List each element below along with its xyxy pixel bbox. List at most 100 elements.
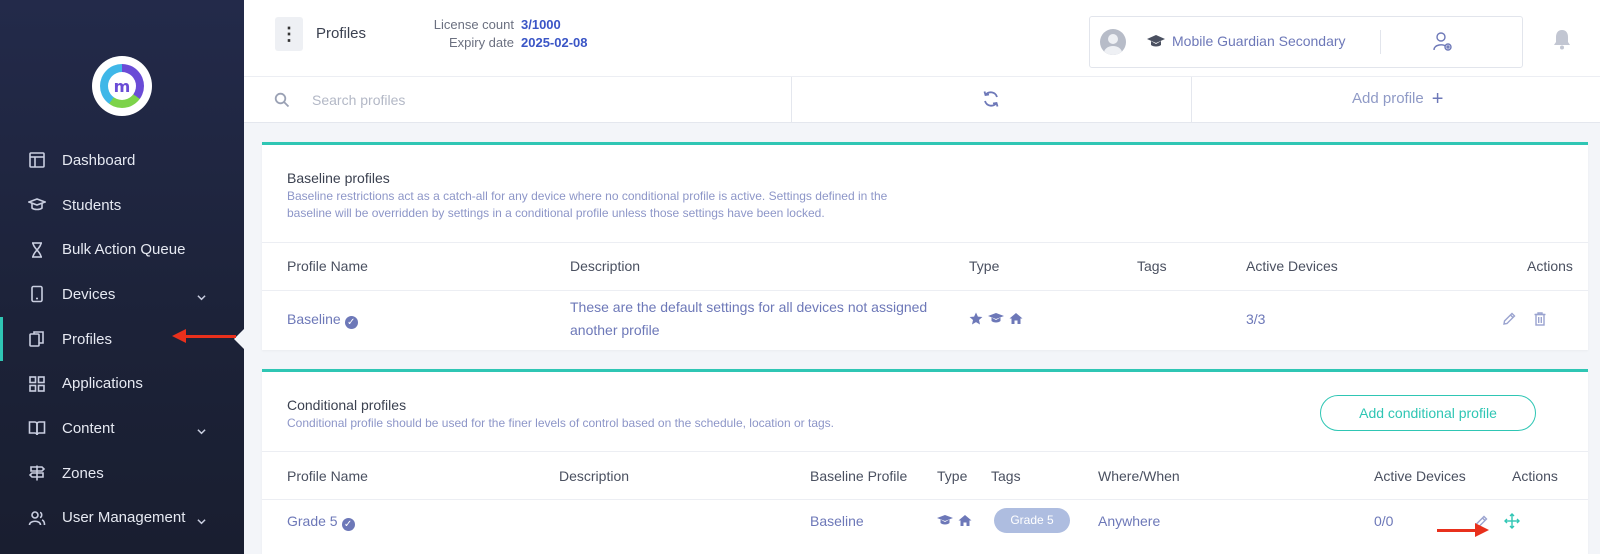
baseline-description: Baseline restrictions act as a catch-all… (287, 189, 888, 220)
expiry-date-label: Expiry date (448, 35, 514, 50)
top-bar: ⋮ Profiles License count Expiry date 3/1… (244, 0, 1600, 76)
profile-name-link[interactable]: Baseline ✓ (287, 311, 358, 329)
baseline-profiles-card: Baseline profiles Baseline restrictions … (262, 142, 1588, 350)
col-tags: Tags (1137, 258, 1167, 274)
hourglass-icon (28, 241, 46, 259)
device-icon (28, 285, 46, 303)
active-devices-value: 3/3 (1246, 311, 1266, 327)
tag-badge: Grade 5 (994, 508, 1070, 533)
col-description: Description (559, 468, 630, 484)
conditional-title: Conditional profiles (287, 397, 407, 413)
divider (1380, 30, 1381, 54)
signpost-icon (28, 464, 46, 482)
divider (262, 290, 1588, 291)
divider (262, 499, 1588, 500)
active-indicator-notch (234, 329, 244, 349)
sidebar-item-label: Bulk Action Queue (62, 241, 186, 259)
sidebar-item-applications[interactable]: Applications (0, 361, 244, 406)
graduation-cap-icon (1147, 35, 1165, 47)
profile-description: These are the default settings for all d… (570, 299, 928, 338)
active-devices-value: 0/0 (1374, 513, 1394, 529)
baseline-profile-link[interactable]: Baseline (810, 513, 864, 529)
book-icon (28, 419, 46, 437)
license-count-label: License count (433, 17, 514, 32)
type-icons (969, 312, 1023, 325)
col-active-devices: Active Devices (1374, 468, 1466, 484)
avatar[interactable] (1100, 29, 1126, 55)
sidebar-item-label: Zones (62, 464, 104, 482)
col-profile-name: Profile Name (287, 258, 368, 274)
verified-check-icon: ✓ (341, 518, 355, 531)
sidebar-item-devices[interactable]: Devices (0, 272, 244, 317)
chevron-down-icon[interactable] (197, 513, 206, 525)
home-icon (1009, 313, 1023, 324)
divider (791, 77, 792, 123)
sidebar-item-profiles[interactable]: Profiles (0, 316, 244, 362)
sidebar-item-label: Students (62, 196, 122, 214)
col-description: Description (570, 258, 641, 274)
sidebar-item-zones[interactable]: Zones (0, 451, 244, 496)
col-profile-name: Profile Name (287, 468, 368, 484)
sidebar-item-label: Profiles (62, 330, 113, 348)
dashboard-icon (28, 151, 46, 169)
sidebar: m Dashboard Students Bulk Action Queue D… (0, 0, 244, 554)
sidebar-item-user-management[interactable]: User Management (0, 496, 244, 541)
baseline-title: Baseline profiles (287, 170, 390, 186)
conditional-profiles-card: Conditional profiles Conditional profile… (262, 369, 1588, 554)
col-actions: Actions (1527, 258, 1573, 274)
sidebar-item-students[interactable]: Students (0, 183, 244, 228)
students-icon (28, 196, 46, 214)
sidebar-item-label: Dashboard (62, 151, 136, 169)
kebab-menu-icon[interactable]: ⋮ (275, 17, 303, 51)
sidebar-item-content[interactable]: Content (0, 406, 244, 451)
col-baseline-profile: Baseline Profile (810, 468, 908, 484)
mobile-guardian-logo[interactable]: m (92, 56, 152, 116)
home-icon (958, 515, 972, 526)
profiles-icon (28, 330, 46, 348)
expiry-date-value: 2025-02-08 (521, 35, 588, 50)
add-conditional-profile-button[interactable]: Add conditional profile (1320, 395, 1536, 431)
type-icons (937, 514, 972, 527)
col-type: Type (969, 258, 1000, 274)
col-type: Type (937, 468, 968, 484)
school-selector[interactable]: Mobile Guardian Secondary (1089, 16, 1523, 68)
users-icon (28, 509, 46, 527)
plus-icon: + (1431, 87, 1444, 110)
col-where-when: Where/When (1098, 468, 1180, 484)
graduation-cap-icon (937, 515, 953, 525)
sidebar-item-label: Applications (62, 375, 143, 393)
notification-bell-icon[interactable] (1552, 28, 1572, 50)
license-labels: License count Expiry date (390, 16, 514, 52)
col-tags: Tags (991, 468, 1021, 484)
verified-check-icon: ✓ (344, 316, 358, 329)
divider (262, 242, 1588, 243)
sidebar-item-label: Content (62, 419, 115, 437)
school-name: Mobile Guardian Secondary (1172, 33, 1346, 49)
add-profile-label: Add profile (1352, 90, 1424, 107)
profiles-toolbar: Add profile + (244, 76, 1600, 123)
annotation-arrow-edit (1437, 523, 1489, 537)
search-input[interactable] (312, 85, 752, 115)
edit-pencil-icon[interactable] (1501, 311, 1517, 327)
col-actions: Actions (1512, 468, 1558, 484)
sidebar-item-label: User Management (62, 509, 186, 527)
sidebar-item-dashboard[interactable]: Dashboard (0, 138, 244, 183)
sidebar-item-label: Devices (62, 285, 116, 303)
sidebar-item-bulk-action-queue[interactable]: Bulk Action Queue (0, 227, 244, 272)
move-arrows-icon[interactable] (1504, 513, 1520, 529)
user-settings-icon[interactable] (1432, 31, 1454, 53)
sidebar-nav: Dashboard Students Bulk Action Queue Dev… (0, 138, 244, 540)
apps-grid-icon (28, 375, 46, 393)
star-icon (969, 312, 983, 325)
chevron-down-icon[interactable] (197, 289, 206, 301)
license-values: 3/1000 2025-02-08 (521, 16, 588, 52)
page-title: Profiles (316, 25, 367, 42)
divider (1191, 77, 1192, 123)
col-active-devices: Active Devices (1246, 258, 1338, 274)
refresh-icon[interactable] (981, 89, 1001, 109)
chevron-down-icon[interactable] (197, 423, 206, 435)
add-profile-button[interactable]: Add profile + (1352, 87, 1444, 110)
profile-name-link[interactable]: Grade 5 ✓ (287, 513, 355, 531)
conditional-description: Conditional profile should be used for t… (287, 416, 835, 430)
trash-icon[interactable] (1532, 311, 1548, 327)
